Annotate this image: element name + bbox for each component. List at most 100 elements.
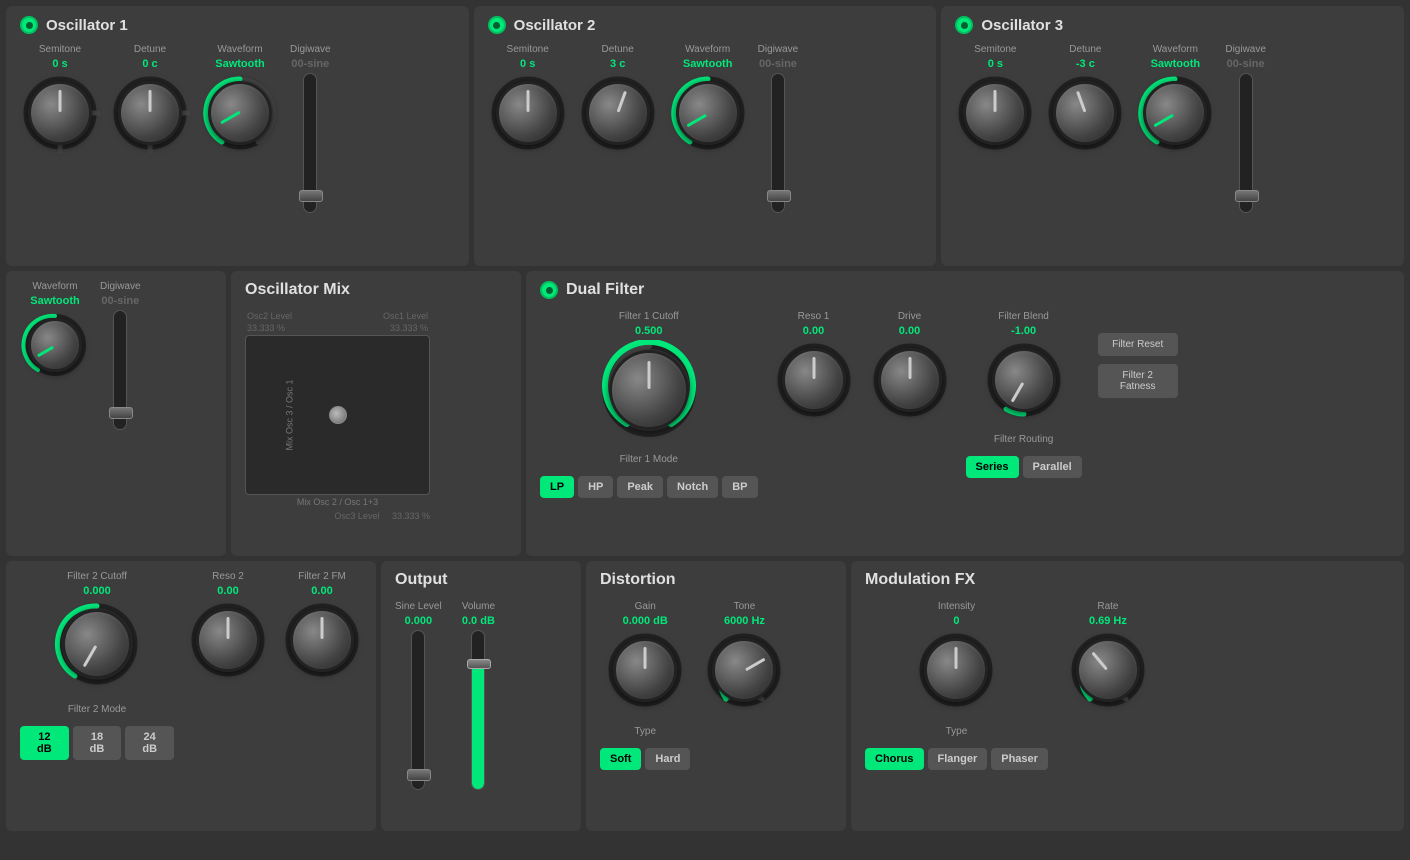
distortion-gain-label: Gain (635, 601, 656, 612)
filter1-mode-peak[interactable]: Peak (617, 476, 663, 498)
osc2-waveform-knob[interactable] (676, 81, 740, 145)
osc2-semitone-knob[interactable] (496, 81, 560, 145)
oscillator-mix-xy-pad[interactable]: Mix Osc 3 / Osc 1 (245, 335, 430, 495)
osc3-digiwave2-thumb (109, 407, 133, 419)
xy-pad-container: Osc2 Level Osc1 Level 33.333 % 33.333 % … (245, 311, 430, 521)
filter1-mode-bp[interactable]: BP (722, 476, 757, 498)
osc3-waveform2-knob[interactable] (28, 318, 82, 372)
filter1-cutoff-knob[interactable] (609, 350, 689, 430)
distortion-gain-knob-wrap (605, 630, 685, 715)
osc2-semitone-value: 0 s (520, 58, 535, 70)
filter1-mode-hp[interactable]: HP (578, 476, 613, 498)
osc2-title: Oscillator 2 (488, 16, 923, 34)
filter2-fatness-button[interactable]: Filter 2Fatness (1098, 364, 1178, 398)
modfx-rate-knob[interactable] (1076, 638, 1140, 702)
osc3-waveform-value: Sawtooth (1151, 58, 1201, 70)
main-container: Oscillator 1 Semitone 0 s (0, 0, 1410, 860)
osc3-detune-group: Detune -3 c (1045, 44, 1125, 158)
oscillator3-panel: Oscillator 3 Semitone 0 s (941, 6, 1404, 266)
filter2-mode-18db[interactable]: 18 dB (73, 726, 122, 760)
volume-slider-track[interactable] (471, 630, 485, 790)
reso2-knob[interactable] (196, 608, 260, 672)
osc3-waveform-knob[interactable] (1143, 81, 1207, 145)
filter1-cutoff-label: Filter 1 Cutoff (619, 311, 679, 322)
modfx-intensity-label: Intensity (938, 601, 975, 612)
osc3-level-label: Osc3 Level (334, 511, 379, 521)
filter2-fm-knob[interactable] (290, 608, 354, 672)
modfx-flanger-button[interactable]: Flanger (928, 748, 988, 770)
output-title: Output (395, 571, 567, 589)
osc1-waveform-group: Waveform Sawtooth (200, 44, 280, 158)
volume-fill (472, 663, 484, 789)
drive-knob[interactable] (878, 348, 942, 412)
distortion-soft-button[interactable]: Soft (600, 748, 641, 770)
osc3-detune-value: -3 c (1076, 58, 1095, 70)
osc3-digiwave2-slider[interactable] (113, 310, 127, 430)
osc2-waveform-group: Waveform Sawtooth (668, 44, 748, 158)
osc3-semitone-knob[interactable] (963, 81, 1027, 145)
osc2-waveform-knob-wrap (668, 73, 748, 158)
osc3-power-button[interactable] (955, 16, 973, 34)
osc1-waveform-knob[interactable] (208, 81, 272, 145)
osc1-digiwave-label: Digiwave (290, 44, 331, 55)
osc3-detune-knob-wrap (1045, 73, 1125, 158)
distortion-title: Distortion (600, 571, 832, 589)
distortion-gain-group: Gain 0.000 dB Type Soft Hard (600, 601, 690, 770)
osc3-waveform2-value: Sawtooth (30, 295, 80, 307)
sine-level-group: Sine Level 0.000 (395, 601, 442, 790)
filter2-panel: Filter 2 Cutoff 0.000 Filter 2 Mode (6, 561, 376, 831)
filter1-mode-lp[interactable]: LP (540, 476, 574, 498)
filter-routing-parallel[interactable]: Parallel (1023, 456, 1082, 478)
modfx-intensity-knob[interactable] (924, 638, 988, 702)
filter1-mode-notch[interactable]: Notch (667, 476, 718, 498)
osc1-detune-knob[interactable] (118, 81, 182, 145)
filter2-mode-label: Filter 2 Mode (68, 704, 126, 715)
filter-blend-knob[interactable] (992, 348, 1056, 412)
osc1-power-button[interactable] (20, 16, 38, 34)
modfx-type-label: Type (946, 726, 968, 737)
osc2-digiwave-value: 00-sine (759, 58, 797, 70)
reso1-group: Reso 1 0.00 (774, 311, 854, 425)
filter2-mode-24db[interactable]: 24 dB (125, 726, 174, 760)
osc1-digiwave-slider[interactable] (303, 73, 317, 213)
osc3-semitone-group: Semitone 0 s (955, 44, 1035, 158)
reso1-knob-wrap (774, 340, 854, 425)
osc3-semitone-label: Semitone (974, 44, 1016, 55)
filter-routing-series[interactable]: Series (966, 456, 1019, 478)
xy-h-label: Mix Osc 2 / Osc 1+3 (245, 497, 430, 507)
osc2-digiwave-slider[interactable] (771, 73, 785, 213)
modfx-rate-value: 0.69 Hz (1089, 615, 1127, 627)
filter2-cutoff-knob[interactable] (62, 609, 132, 679)
filter2-mode-12db[interactable]: 12 dB (20, 726, 69, 760)
osc1-waveform-value: Sawtooth (215, 58, 265, 70)
osc2-power-button[interactable] (488, 16, 506, 34)
filter2-cutoff-value: 0.000 (83, 585, 111, 597)
output-panel: Output Sine Level 0.000 Volume 0.0 dB (381, 561, 581, 831)
osc1-semitone-knob[interactable] (28, 81, 92, 145)
osc2-detune-knob[interactable] (586, 81, 650, 145)
drive-knob-wrap (870, 340, 950, 425)
distortion-gain-knob[interactable] (613, 638, 677, 702)
reso1-knob[interactable] (782, 348, 846, 412)
distortion-tone-knob-wrap (704, 630, 784, 715)
distortion-hard-button[interactable]: Hard (645, 748, 690, 770)
sine-level-slider[interactable] (411, 630, 425, 790)
osc3-detune-knob[interactable] (1053, 81, 1117, 145)
osc2-detune-value: 3 c (610, 58, 625, 70)
osc2-level-label: Osc2 Level (247, 311, 292, 321)
distortion-tone-knob[interactable] (712, 638, 776, 702)
modfx-chorus-button[interactable]: Chorus (865, 748, 924, 770)
filter2-cutoff-group: Filter 2 Cutoff 0.000 Filter 2 Mode (20, 571, 174, 760)
filter-reset-button[interactable]: Filter Reset (1098, 333, 1178, 356)
sine-level-thumb (407, 769, 431, 781)
volume-slider-container (471, 630, 485, 790)
dual-filter-power-button[interactable] (540, 281, 558, 299)
bottom-row: Filter 2 Cutoff 0.000 Filter 2 Mode (6, 561, 1404, 831)
osc-mix-panel: Oscillator Mix Osc2 Level Osc1 Level 33.… (231, 271, 521, 556)
modfx-phaser-button[interactable]: Phaser (991, 748, 1048, 770)
osc3-knob-row: Semitone 0 s Detune -3 c (955, 44, 1390, 213)
distortion-tone-group: Tone 6000 Hz (704, 601, 784, 715)
osc2-digiwave-thumb (767, 190, 791, 202)
modfx-rate-group: Rate 0.69 Hz (1068, 601, 1148, 715)
osc3-digiwave-slider[interactable] (1239, 73, 1253, 213)
